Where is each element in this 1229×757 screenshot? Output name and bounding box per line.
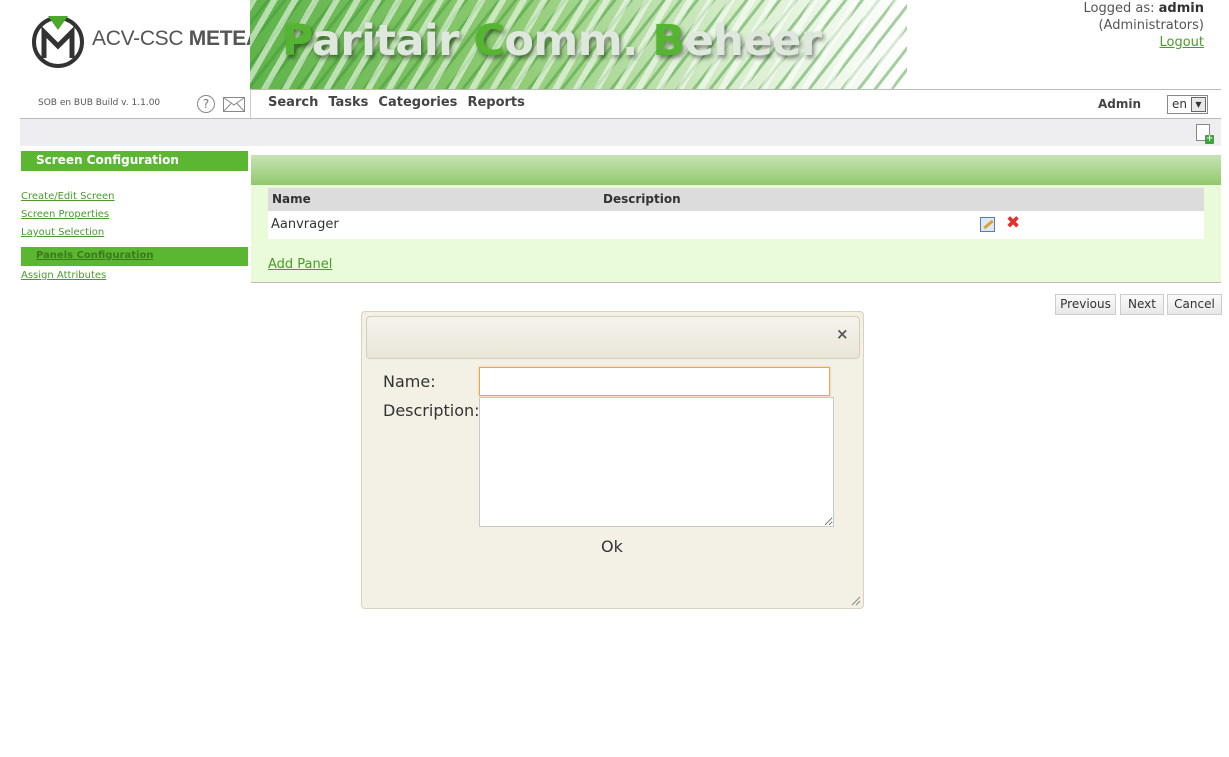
- next-button[interactable]: Next: [1120, 294, 1164, 315]
- add-panel-dialog: × Name: Description: Ok: [361, 311, 864, 609]
- name-field[interactable]: [479, 367, 830, 396]
- nav-tasks[interactable]: Tasks: [328, 95, 368, 110]
- table-row: Aanvrager ✖: [268, 211, 1204, 239]
- sidebar-link-create-edit-screen[interactable]: Create/Edit Screen: [21, 191, 115, 202]
- user-role: (Administrators): [1098, 18, 1204, 33]
- description-field[interactable]: [479, 397, 834, 527]
- nav-categories[interactable]: Categories: [378, 95, 457, 110]
- mail-icon[interactable]: [223, 97, 245, 112]
- banner-title: Paritair Comm. Beheer: [282, 16, 822, 66]
- edit-icon[interactable]: [980, 217, 995, 232]
- sidebar-link-screen-properties[interactable]: Screen Properties: [21, 209, 109, 220]
- nav-reports[interactable]: Reports: [467, 95, 524, 110]
- toolbar: [20, 118, 1221, 146]
- build-version: SOB en BUB Build v. 1.1.00: [38, 98, 161, 108]
- column-description-header: Description: [603, 192, 681, 206]
- nav-user-label: Admin: [1098, 97, 1142, 111]
- new-document-icon[interactable]: +: [1196, 124, 1214, 144]
- main-nav: Search Tasks Categories Reports: [268, 95, 535, 110]
- sidebar-link-assign-attributes[interactable]: Assign Attributes: [21, 270, 106, 281]
- nav-left-divider: [250, 89, 251, 118]
- language-value: en: [1172, 97, 1187, 111]
- language-select[interactable]: en ▼: [1167, 95, 1208, 114]
- metea-logo-icon: [32, 16, 84, 68]
- app-banner: Paritair Comm. Beheer: [250, 0, 907, 89]
- logout-link[interactable]: Logout: [1159, 35, 1204, 50]
- username: admin: [1158, 1, 1204, 16]
- sidebar-link-layout-selection[interactable]: Layout Selection: [21, 227, 104, 238]
- cancel-button[interactable]: Cancel: [1167, 294, 1222, 315]
- previous-button[interactable]: Previous: [1055, 294, 1116, 315]
- brand-logo: ACV-CSC METEA: [30, 10, 261, 70]
- row-name-cell: Aanvrager: [271, 217, 339, 232]
- delete-icon[interactable]: ✖: [1006, 213, 1020, 233]
- nav-search[interactable]: Search: [268, 95, 318, 110]
- logged-as-label: Logged as:: [1083, 1, 1159, 16]
- dialog-titlebar[interactable]: [366, 316, 860, 359]
- name-label: Name:: [383, 372, 436, 391]
- panel-header-bar: [251, 155, 1221, 185]
- chevron-down-icon: ▼: [1191, 97, 1206, 112]
- add-panel-link[interactable]: Add Panel: [268, 257, 332, 272]
- description-label: Description:: [383, 401, 480, 420]
- ok-button[interactable]: Ok: [601, 537, 623, 556]
- nav-divider-line: [250, 89, 1221, 90]
- sidebar-title: Screen Configuration: [21, 151, 248, 171]
- help-icon[interactable]: ?: [197, 95, 215, 113]
- sidebar-link-panels-configuration[interactable]: Panels Configuration: [21, 247, 248, 266]
- user-info: Logged as: admin (Administrators) Logout: [1084, 0, 1204, 51]
- table-header: Name Description: [268, 188, 1204, 211]
- resize-grip-icon[interactable]: [851, 596, 861, 606]
- column-name-header: Name: [272, 192, 311, 206]
- brand-name-light: ACV-CSC: [92, 27, 189, 50]
- close-icon[interactable]: ×: [836, 325, 849, 343]
